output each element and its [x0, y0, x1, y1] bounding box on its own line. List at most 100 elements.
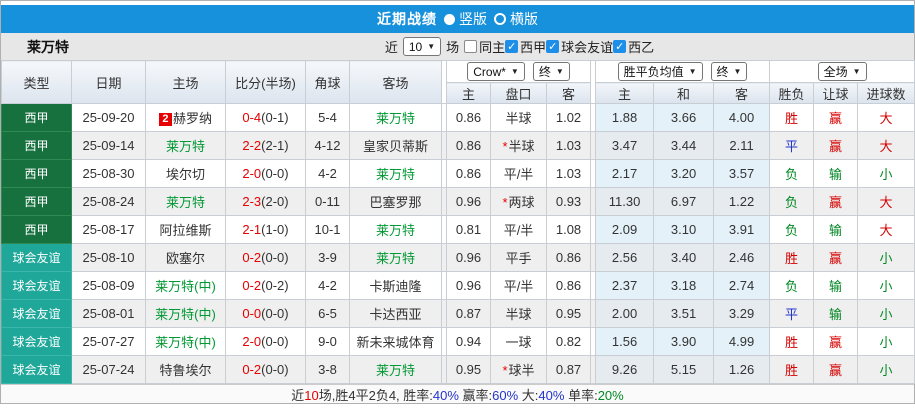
checkbox-checked-icon[interactable] — [613, 40, 627, 53]
corners: 9-0 — [305, 327, 350, 356]
table-row: 球会友谊 25-08-10 欧塞尔 0-2(0-0) 3-9 莱万特 0.96 平手 0.86 2… — [1, 243, 915, 272]
asia-handicap: 平/半 — [490, 215, 547, 244]
handicap-star: * — [502, 139, 508, 154]
result-handicap: 赢 — [813, 131, 859, 160]
filter-checkbox[interactable]: 西乙 — [613, 37, 654, 56]
odds-time-select[interactable]: 终 ▼ — [532, 62, 570, 81]
euro-time-select[interactable]: 终 ▼ — [710, 62, 748, 81]
radio-selected-icon[interactable] — [444, 13, 455, 25]
asia-away-odds: 0.87 — [545, 355, 592, 384]
filter-checkbox[interactable]: 球会友谊 — [546, 37, 613, 56]
matches-label: 场 — [446, 40, 460, 55]
radio-horizontal-layout[interactable]: 横版 — [494, 9, 538, 29]
euro-draw-odds: 3.18 — [653, 271, 715, 300]
euro-odds-select[interactable]: 胜平负均值 ▼ — [617, 62, 703, 81]
asia-handicap: 平/半 — [490, 271, 547, 300]
result-handicap: 输 — [813, 215, 859, 244]
summary-segment: 大: — [518, 387, 539, 403]
near-label: 近 — [384, 40, 398, 55]
filter-checkbox[interactable]: 同主 — [464, 37, 505, 56]
asia-home-odds: 0.86 — [446, 131, 491, 160]
radio-unselected-icon[interactable] — [494, 13, 506, 25]
euro-odds-selects: 胜平负均值 ▼ 终 ▼ — [595, 60, 771, 83]
summary-segment: 20% — [597, 387, 624, 403]
asia-away-odds: 0.82 — [545, 327, 592, 356]
match-score: 0-2(0-2) — [225, 271, 306, 300]
asia-away-odds: 0.95 — [545, 299, 592, 328]
asia-home-odds: 0.94 — [446, 327, 491, 356]
checkbox-checked-icon[interactable] — [505, 40, 519, 53]
chevron-down-icon: ▼ — [852, 67, 861, 76]
result-wdl: 胜 — [769, 327, 815, 356]
match-score: 2-0(0-0) — [225, 327, 306, 356]
table-row: 西甲 25-09-20 2 赫罗纳 0-4(0-1) 5-4 莱万特 0.86 半球 1.02 1.… — [1, 103, 915, 132]
checkbox-checked-icon[interactable] — [546, 40, 560, 53]
result-overunder: 大 — [857, 215, 915, 244]
header-result-goals: 进球数 — [857, 82, 915, 104]
summary-segment: 40% — [538, 387, 565, 403]
table-row: 西甲 25-08-30 埃尔切 2-0(0-0) 4-2 莱万特 0.86 平/半 1.03 2.… — [1, 159, 915, 188]
summary-segment: 近 — [291, 387, 305, 403]
home-team: 埃尔切 — [145, 159, 226, 188]
team-filter-bar: 莱万特 近 10 ▼ 场 同主西甲球会友谊西乙 — [1, 33, 914, 60]
scope-select[interactable]: 全场 ▼ — [817, 62, 867, 81]
result-wdl: 负 — [769, 215, 815, 244]
asia-away-odds: 1.03 — [545, 131, 592, 160]
euro-home-odds: 2.56 — [595, 243, 655, 272]
match-date: 25-09-14 — [71, 131, 146, 160]
euro-away-odds: 3.91 — [713, 215, 771, 244]
chevron-down-icon: ▼ — [510, 67, 519, 76]
match-score: 2-3(2-0) — [225, 187, 306, 216]
summary-segment: 赢率: — [458, 387, 493, 403]
header-home: 主场 — [145, 60, 226, 104]
match-type-cell: 球会友谊 — [1, 327, 72, 356]
asia-away-odds: 1.02 — [545, 103, 592, 132]
chevron-down-icon: ▼ — [427, 42, 436, 51]
away-team: 莱万特 — [349, 355, 442, 384]
euro-home-odds: 2.37 — [595, 271, 655, 300]
result-wdl: 负 — [769, 159, 815, 188]
result-wdl: 胜 — [769, 243, 815, 272]
match-date: 25-08-17 — [71, 215, 146, 244]
handicap-star: * — [502, 363, 508, 378]
euro-away-odds: 2.11 — [713, 131, 771, 160]
table-row: 球会友谊 25-08-01 莱万特(中) 0-0(0-0) 6-5 卡达西亚 0.87 半球 0… — [1, 299, 915, 328]
result-handicap: 赢 — [813, 327, 859, 356]
match-score: 2-2(2-1) — [225, 131, 306, 160]
away-team: 莱万特 — [349, 215, 442, 244]
summary-segment: 40% — [432, 387, 459, 403]
recent-results-panel: 近期战绩 竖版 横版 莱万特 近 10 ▼ 场 同主西甲球会友谊西乙 — [0, 0, 915, 404]
odds-company-select[interactable]: Crow* ▼ — [467, 62, 525, 81]
match-score: 2-1(1-0) — [225, 215, 306, 244]
home-team: 莱万特(中) — [145, 327, 226, 356]
euro-home-odds: 2.00 — [595, 299, 655, 328]
result-handicap: 赢 — [813, 187, 859, 216]
match-date: 25-08-30 — [71, 159, 146, 188]
result-overunder: 大 — [857, 187, 915, 216]
summary-segment: 单率: — [564, 387, 598, 403]
away-team: 巴塞罗那 — [349, 187, 442, 216]
match-score: 0-4(0-1) — [225, 103, 306, 132]
asia-odds-selects: Crow* ▼ 终 ▼ — [445, 60, 592, 83]
match-score: 0-0(0-0) — [225, 299, 306, 328]
match-count-select[interactable]: 10 ▼ — [402, 37, 442, 56]
summary-segment: 10 — [304, 387, 319, 403]
asia-handicap: *球半 — [490, 355, 547, 384]
radio-vertical-layout[interactable]: 竖版 — [444, 9, 487, 29]
asia-away-odds: 1.03 — [545, 159, 592, 188]
euro-home-odds: 1.88 — [595, 103, 655, 132]
asia-handicap: 半球 — [490, 299, 547, 328]
asia-home-odds: 0.96 — [446, 187, 491, 216]
away-team: 卡达西亚 — [349, 299, 442, 328]
league-filters: 同主西甲球会友谊西乙 — [464, 37, 654, 56]
header-asia-home: 主 — [446, 82, 491, 104]
panel-title: 近期战绩 — [377, 11, 437, 27]
filter-checkbox[interactable]: 西甲 — [505, 37, 546, 56]
away-team: 卡斯迪隆 — [349, 271, 442, 300]
result-wdl: 平 — [769, 299, 815, 328]
asia-handicap: 平/半 — [490, 159, 547, 188]
match-type-cell: 西甲 — [1, 159, 72, 188]
euro-home-odds: 2.09 — [595, 215, 655, 244]
checkbox-unchecked-icon[interactable] — [464, 40, 478, 53]
euro-draw-odds: 3.20 — [653, 159, 715, 188]
